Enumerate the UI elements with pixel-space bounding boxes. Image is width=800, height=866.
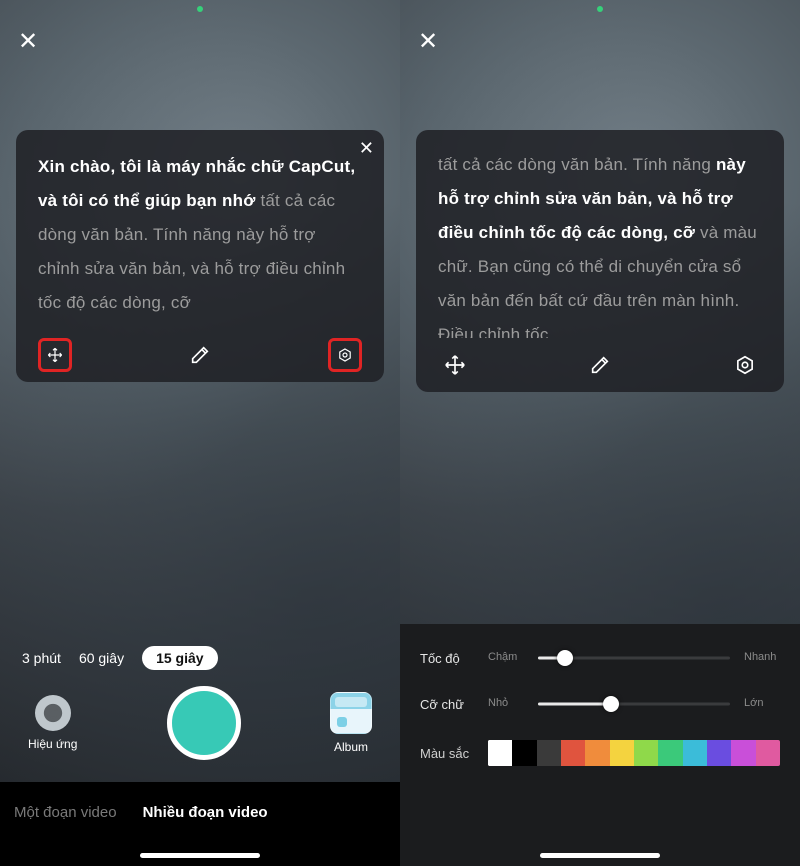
- screenshot-right: ✕ tất cả các dòng văn bản. Tính năng này…: [400, 0, 800, 866]
- close-button[interactable]: ✕: [18, 30, 38, 54]
- color-swatch[interactable]: [585, 740, 609, 766]
- tab-multi-clip[interactable]: Nhiều đoạn video: [143, 804, 268, 821]
- move-icon: [47, 344, 63, 366]
- teleprompter-card[interactable]: tất cả các dòng văn bản. Tính năng này h…: [416, 130, 784, 392]
- move-icon: [444, 354, 466, 376]
- settings-button[interactable]: [728, 348, 762, 382]
- color-swatch[interactable]: [731, 740, 755, 766]
- color-swatch[interactable]: [683, 740, 707, 766]
- duration-selector: 3 phút 60 giây 15 giây: [0, 646, 400, 670]
- teleprompter-toolbar: [416, 348, 784, 382]
- color-swatches[interactable]: [488, 740, 780, 766]
- speed-row: Tốc độ Chậm Nhanh: [420, 648, 780, 668]
- album-thumbnail: [330, 692, 372, 734]
- color-swatch[interactable]: [561, 740, 585, 766]
- color-label: Màu sắc: [420, 746, 474, 761]
- settings-hex-icon: [337, 344, 353, 366]
- settings-hex-icon: [734, 354, 756, 376]
- teleprompter-text: tất cả các dòng văn bản. Tính năng này h…: [438, 148, 762, 338]
- pencil-icon: [589, 354, 611, 376]
- teleprompter-toolbar: [16, 338, 384, 372]
- speed-label: Tốc độ: [420, 651, 474, 666]
- edit-button[interactable]: [183, 338, 217, 372]
- settings-button[interactable]: [328, 338, 362, 372]
- effects-button[interactable]: Hiệu ứng: [28, 695, 77, 751]
- duration-60s[interactable]: 60 giây: [79, 650, 124, 666]
- size-row: Cỡ chữ Nhỏ Lớn: [420, 694, 780, 714]
- color-row: Màu sắc: [420, 740, 780, 766]
- shutter-button[interactable]: [167, 686, 241, 760]
- color-swatch[interactable]: [707, 740, 731, 766]
- speed-max-label: Nhanh: [744, 651, 780, 664]
- screenshot-left: ✕ ✕ Xin chào, tôi là máy nhắc chữ CapCut…: [0, 0, 400, 866]
- pencil-icon: [189, 344, 211, 366]
- size-label: Cỡ chữ: [420, 697, 474, 712]
- color-swatch[interactable]: [634, 740, 658, 766]
- teleprompter-prev: tất cả các dòng văn bản. Tính năng: [438, 155, 711, 174]
- duration-15s-selected[interactable]: 15 giây: [142, 646, 217, 670]
- size-min-label: Nhỏ: [488, 697, 524, 710]
- tab-single-clip[interactable]: Một đoạn video: [14, 804, 117, 821]
- teleprompter-text: Xin chào, tôi là máy nhắc chữ CapCut, và…: [38, 150, 362, 318]
- color-swatch[interactable]: [512, 740, 536, 766]
- move-button[interactable]: [38, 338, 72, 372]
- settings-sheet: Tốc độ Chậm Nhanh Cỡ chữ Nhỏ Lớn: [400, 624, 800, 866]
- status-recording-dot: [597, 6, 603, 12]
- close-button[interactable]: ✕: [418, 30, 438, 54]
- status-recording-dot: [197, 6, 203, 12]
- move-button[interactable]: [438, 348, 472, 382]
- effects-label: Hiệu ứng: [28, 737, 77, 751]
- camera-controls: Hiệu ứng Album: [0, 686, 400, 760]
- color-swatch[interactable]: [658, 740, 682, 766]
- album-label: Album: [334, 740, 368, 754]
- card-close-icon[interactable]: ✕: [359, 138, 374, 159]
- album-button[interactable]: Album: [330, 692, 372, 754]
- color-swatch[interactable]: [756, 740, 780, 766]
- speed-min-label: Chậm: [488, 651, 524, 664]
- speed-slider[interactable]: [538, 648, 730, 668]
- teleprompter-card[interactable]: ✕ Xin chào, tôi là máy nhắc chữ CapCut, …: [16, 130, 384, 382]
- mode-tabbar: Một đoạn video Nhiều đoạn video: [0, 782, 400, 866]
- edit-button[interactable]: [583, 348, 617, 382]
- duration-3min[interactable]: 3 phút: [22, 650, 61, 666]
- size-slider[interactable]: [538, 694, 730, 714]
- color-swatch[interactable]: [610, 740, 634, 766]
- color-swatch[interactable]: [537, 740, 561, 766]
- effects-icon: [35, 695, 71, 731]
- home-indicator: [540, 853, 660, 858]
- size-max-label: Lớn: [744, 697, 780, 710]
- home-indicator: [140, 853, 260, 858]
- color-swatch[interactable]: [488, 740, 512, 766]
